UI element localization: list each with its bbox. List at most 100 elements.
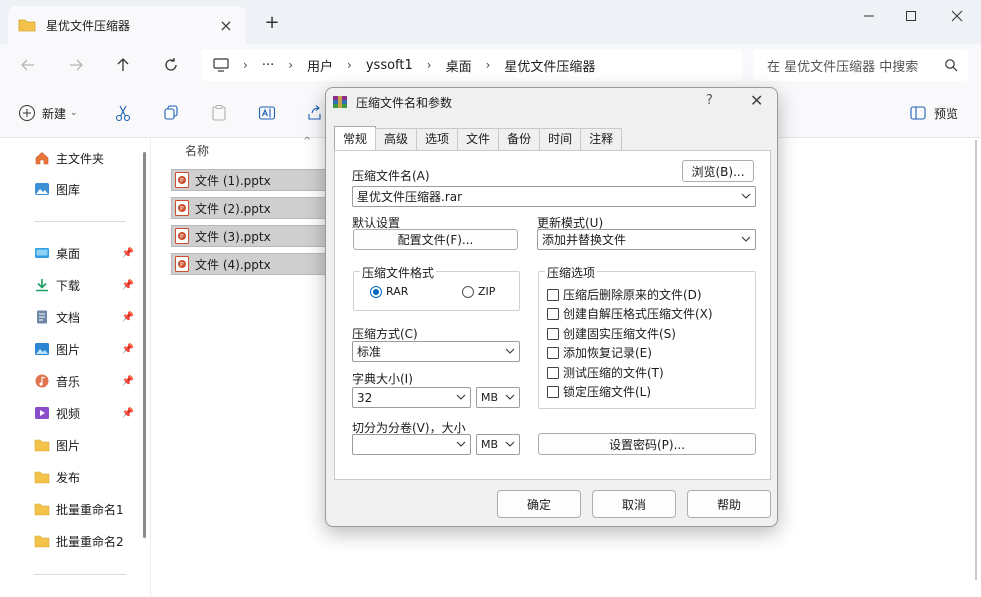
sidebar-item-pictures[interactable]: 图片 📌 (34, 338, 134, 360)
delete-after-checkbox[interactable]: 压缩后删除原来的文件(D) (547, 286, 702, 303)
folder-icon (34, 439, 50, 452)
forward-button[interactable] (63, 52, 89, 78)
dialog-close-button[interactable]: ✕ (750, 91, 763, 110)
svg-text:P: P (180, 234, 184, 241)
preview-label: 预览 (934, 106, 959, 121)
file-item[interactable]: P 文件 (3).pptx (171, 225, 327, 247)
split-unit-combobox[interactable]: MB (476, 434, 520, 455)
archive-name-combobox[interactable]: 星优文件压缩器.rar (352, 186, 756, 207)
solid-archive-checkbox[interactable]: 创建固实压缩文件(S) (547, 325, 676, 342)
picture-icon (35, 343, 49, 355)
minimize-button[interactable] (854, 6, 884, 26)
sidebar-item-desktop[interactable]: 桌面 📌 (34, 242, 134, 264)
radio-unselected-icon (462, 285, 474, 298)
tab-files[interactable]: 文件 (457, 128, 500, 150)
paste-button[interactable] (210, 102, 228, 124)
share-button[interactable] (306, 102, 324, 124)
new-button[interactable]: 新建 ⌄ (18, 102, 78, 124)
format-rar-radio[interactable]: RAR (370, 285, 408, 298)
search-placeholder: 在 星优文件压缩器 中搜索 (767, 59, 919, 75)
tab-comment[interactable]: 注释 (580, 128, 623, 150)
up-button[interactable] (110, 52, 136, 78)
archive-format-group: 压缩文件格式 RAR ZIP (353, 264, 520, 311)
breadcrumb-user[interactable]: yssoft1 (366, 58, 413, 73)
archive-name-value: 星优文件压缩器.rar (357, 190, 463, 204)
format-zip-radio[interactable]: ZIP (462, 285, 495, 298)
recovery-record-checkbox[interactable]: 添加恢复记录(E) (547, 344, 652, 361)
tab-time[interactable]: 时间 (539, 128, 582, 150)
dictionary-size-label: 字典大小(I) (352, 372, 413, 386)
new-tab-button[interactable]: + (262, 12, 282, 33)
sidebar-item-folder-pictures[interactable]: 图片 (34, 434, 134, 456)
breadcrumb-current-folder[interactable]: 星优文件压缩器 (504, 56, 595, 75)
checkbox-unchecked-icon (547, 366, 559, 379)
breadcrumb-desktop[interactable]: 桌面 (446, 56, 472, 75)
sfx-archive-checkbox[interactable]: 创建自解压格式压缩文件(X) (547, 305, 713, 322)
test-archive-checkbox[interactable]: 测试压缩的文件(T) (547, 364, 664, 381)
lock-archive-checkbox[interactable]: 锁定压缩文件(L) (547, 383, 651, 400)
file-name: 文件 (4).pptx (195, 257, 271, 272)
tab-backup[interactable]: 备份 (498, 128, 541, 150)
tab-options[interactable]: 选项 (416, 128, 459, 150)
sidebar-item-folder-publish[interactable]: 发布 (34, 466, 134, 488)
search-box[interactable]: 在 星优文件压缩器 中搜索 (753, 49, 968, 81)
file-item[interactable]: P 文件 (4).pptx (171, 253, 327, 275)
file-item[interactable]: P 文件 (2).pptx (171, 197, 327, 219)
winrar-icon (333, 96, 347, 108)
back-button[interactable] (15, 52, 41, 78)
copy-button[interactable] (162, 102, 180, 124)
navigation-pane: 主文件夹 图库 桌面 📌 下载 📌 文档 📌 图片 📌 音乐 📌 视频 📌 图片 (0, 138, 150, 597)
close-window-button[interactable] (942, 6, 972, 26)
dictionary-size-combobox[interactable]: 32 (352, 387, 471, 408)
column-header-name[interactable]: 名称 (185, 142, 209, 159)
tab-advanced[interactable]: 高级 (375, 128, 418, 150)
address-bar[interactable]: › ··· › 用户 › yssoft1 › 桌面 › 星优文件压缩器 (201, 49, 742, 81)
cut-button[interactable] (114, 102, 132, 124)
sidebar-scrollbar[interactable] (143, 152, 146, 538)
music-icon (35, 374, 49, 388)
update-mode-combobox[interactable]: 添加并替换文件 (537, 229, 756, 250)
sidebar-item-folder-rename1[interactable]: 批量重命名1 (34, 498, 134, 520)
file-name: 文件 (3).pptx (195, 229, 271, 244)
rename-button[interactable] (258, 102, 276, 124)
maximize-button[interactable] (896, 6, 926, 26)
search-icon (945, 59, 958, 72)
chevron-down-icon (505, 394, 515, 400)
ok-button[interactable]: 确定 (497, 490, 581, 518)
profiles-button[interactable]: 配置文件(F)... (353, 229, 518, 250)
set-password-button[interactable]: 设置密码(P)... (538, 433, 756, 455)
chevron-down-icon (741, 193, 751, 199)
gallery-icon (35, 183, 49, 195)
file-item[interactable]: P 文件 (1).pptx (171, 169, 327, 191)
delete-after-label: 压缩后删除原来的文件(D) (563, 288, 702, 302)
sidebar-item-folder-rename2[interactable]: 批量重命名2 (34, 530, 134, 552)
tab-general[interactable]: 常规 (334, 126, 377, 150)
checkbox-unchecked-icon (547, 385, 559, 398)
help-icon[interactable]: ? (706, 93, 713, 108)
dictionary-unit-combobox[interactable]: MB (476, 387, 520, 408)
refresh-button[interactable] (158, 52, 184, 78)
checkbox-unchecked-icon (547, 307, 559, 320)
pin-icon: 📌 (121, 279, 134, 291)
arrow-up-icon (117, 58, 129, 71)
sidebar-item-videos[interactable]: 视频 📌 (34, 402, 134, 424)
sidebar-item-downloads[interactable]: 下载 📌 (34, 274, 134, 296)
pptx-file-icon: P (175, 256, 189, 272)
breadcrumb-more[interactable]: ··· (262, 58, 274, 73)
compression-method-combobox[interactable]: 标准 (352, 341, 520, 362)
pptx-file-icon: P (175, 172, 189, 188)
file-list-scrollbar[interactable] (975, 140, 977, 580)
tab-main[interactable]: 星优文件压缩器 × (8, 6, 246, 44)
tab-close-button[interactable]: × (216, 16, 236, 35)
sidebar-item-gallery[interactable]: 图库 (34, 178, 134, 200)
browse-button[interactable]: 浏览(B)... (682, 160, 754, 182)
breadcrumb-users[interactable]: 用户 (307, 56, 333, 75)
sidebar-item-documents[interactable]: 文档 📌 (34, 306, 134, 328)
breadcrumb-separator: › (426, 58, 432, 72)
sidebar-item-home[interactable]: 主文件夹 (34, 147, 134, 169)
preview-button[interactable]: 预览 (910, 102, 958, 124)
split-volume-combobox[interactable] (352, 434, 471, 455)
help-button[interactable]: 帮助 (687, 490, 771, 518)
sidebar-item-music[interactable]: 音乐 📌 (34, 370, 134, 392)
cancel-button[interactable]: 取消 (592, 490, 676, 518)
